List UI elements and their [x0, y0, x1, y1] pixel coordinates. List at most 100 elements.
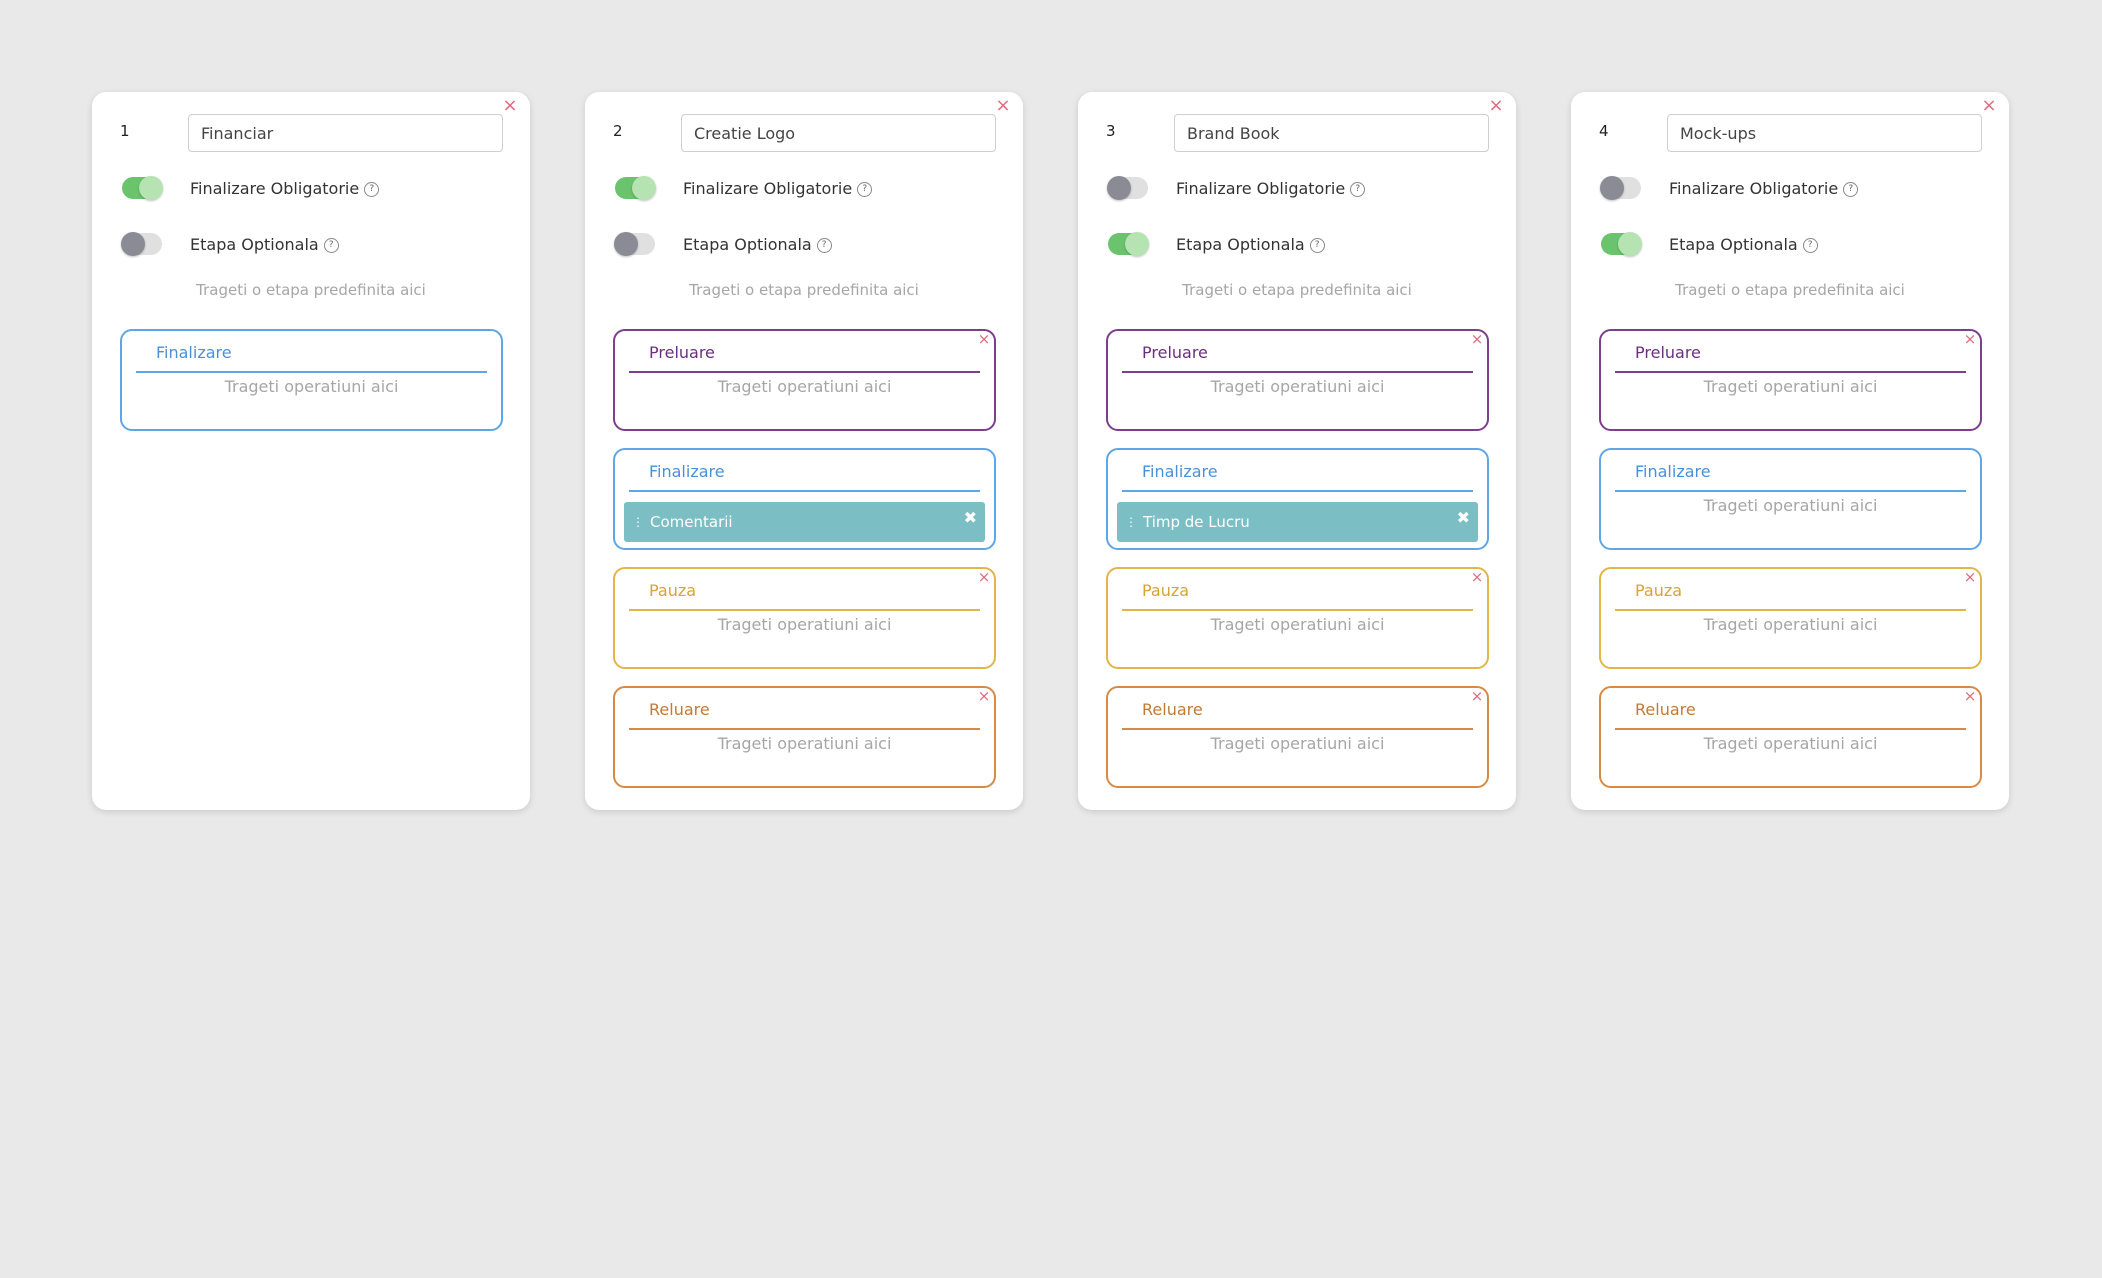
help-icon[interactable]: ?	[364, 181, 380, 197]
stage-title: Finalizare	[629, 462, 980, 492]
mandatory-finish-toggle[interactable]	[122, 176, 163, 200]
optional-stage-label: Etapa Optionala?	[683, 235, 832, 254]
stage-title: Reluare	[1122, 700, 1473, 730]
mandatory-finish-toggle[interactable]	[1600, 176, 1641, 200]
close-card-icon[interactable]: ×	[1979, 96, 1999, 116]
stage-preluare: Preluare × Trageti operatiuni aici	[1599, 329, 1982, 431]
optional-stage-toggle[interactable]	[1601, 232, 1642, 256]
operation-drop-hint: Trageti operatiuni aici	[224, 377, 399, 396]
operation-drop-hint: Trageti operatiuni aici	[1703, 615, 1878, 634]
stage-title: Pauza	[1615, 581, 1966, 611]
stage-finalizare: Finalizare ⋮ Timp de Lucru ✖	[1106, 448, 1489, 550]
close-card-icon[interactable]: ×	[993, 96, 1013, 116]
operation-item[interactable]: ⋮ Timp de Lucru ✖	[1117, 502, 1478, 542]
stage-drop-hint: Trageti o etapa predefinita aici	[1182, 281, 1412, 299]
stages-board: ×1Finalizare Obligatorie?Etapa Optionala…	[0, 0, 2102, 1278]
mandatory-finish-label-text: Finalizare Obligatorie	[190, 178, 360, 198]
step-number: 3	[1106, 122, 1116, 140]
mandatory-finish-label: Finalizare Obligatorie?	[190, 178, 380, 198]
drag-handle-icon[interactable]: ⋮	[632, 515, 644, 529]
toggle-knob	[139, 176, 163, 200]
stage-pauza: Pauza × Trageti operatiuni aici	[613, 567, 996, 669]
stage-pauza: Pauza × Trageti operatiuni aici	[1599, 567, 1982, 669]
mandatory-finish-label: Finalizare Obligatorie?	[1176, 178, 1366, 198]
mandatory-finish-label-text: Finalizare Obligatorie	[1669, 178, 1839, 198]
close-card-icon[interactable]: ×	[1486, 96, 1506, 116]
help-icon[interactable]: ?	[857, 181, 873, 197]
operation-drop-hint: Trageti operatiuni aici	[1703, 496, 1878, 515]
close-stage-icon[interactable]: ×	[1469, 688, 1485, 704]
help-icon[interactable]: ?	[1309, 237, 1325, 253]
stage-finalizare: Finalizare Trageti operatiuni aici	[120, 329, 503, 431]
operation-drop-hint: Trageti operatiuni aici	[717, 377, 892, 396]
stage-reluare: Reluare × Trageti operatiuni aici	[1599, 686, 1982, 788]
step-name-input[interactable]	[1174, 114, 1489, 152]
mandatory-finish-toggle[interactable]	[1107, 176, 1148, 200]
toggle-knob	[1618, 232, 1642, 256]
close-stage-icon[interactable]: ×	[1469, 331, 1485, 347]
operation-drop-hint: Trageti operatiuni aici	[717, 734, 892, 753]
optional-stage-label: Etapa Optionala?	[190, 235, 339, 254]
operation-label: Timp de Lucru	[1143, 513, 1250, 531]
toggle-knob	[1125, 232, 1149, 256]
operation-drop-hint: Trageti operatiuni aici	[1210, 734, 1385, 753]
close-stage-icon[interactable]: ×	[1962, 569, 1978, 585]
stage-title: Reluare	[629, 700, 980, 730]
close-stage-icon[interactable]: ×	[1962, 331, 1978, 347]
stage-title: Preluare	[1615, 343, 1966, 373]
remove-operation-icon[interactable]: ✖	[964, 508, 977, 527]
help-icon[interactable]: ?	[1350, 181, 1366, 197]
step-name-input[interactable]	[681, 114, 996, 152]
mandatory-finish-label: Finalizare Obligatorie?	[1669, 178, 1859, 198]
operation-drop-hint: Trageti operatiuni aici	[1703, 734, 1878, 753]
optional-stage-label-text: Etapa Optionala	[1176, 234, 1305, 254]
stage-title: Finalizare	[1122, 462, 1473, 492]
help-icon[interactable]: ?	[816, 237, 832, 253]
stage-preluare: Preluare × Trageti operatiuni aici	[613, 329, 996, 431]
stage-title: Finalizare	[136, 343, 487, 373]
optional-stage-label-text: Etapa Optionala	[683, 234, 812, 254]
step-number: 4	[1599, 122, 1609, 140]
close-card-icon[interactable]: ×	[500, 96, 520, 116]
close-stage-icon[interactable]: ×	[976, 331, 992, 347]
help-icon[interactable]: ?	[1802, 237, 1818, 253]
step-card: ×3Finalizare Obligatorie?Etapa Optionala…	[1078, 92, 1516, 810]
help-icon[interactable]: ?	[1843, 181, 1859, 197]
mandatory-finish-row: Finalizare Obligatorie?	[1600, 175, 1859, 201]
optional-stage-toggle[interactable]	[1108, 232, 1149, 256]
drag-handle-icon[interactable]: ⋮	[1125, 515, 1137, 529]
operation-drop-hint: Trageti operatiuni aici	[1210, 377, 1385, 396]
operation-drop-hint: Trageti operatiuni aici	[1210, 615, 1385, 634]
stage-title: Finalizare	[1615, 462, 1966, 492]
mandatory-finish-toggle[interactable]	[615, 176, 656, 200]
step-number: 2	[613, 122, 623, 140]
optional-stage-toggle[interactable]	[614, 232, 655, 256]
operation-item[interactable]: ⋮ Comentarii ✖	[624, 502, 985, 542]
stage-title: Pauza	[629, 581, 980, 611]
help-icon[interactable]: ?	[323, 237, 339, 253]
toggle-knob	[632, 176, 656, 200]
close-stage-icon[interactable]: ×	[976, 688, 992, 704]
close-stage-icon[interactable]: ×	[1469, 569, 1485, 585]
toggle-knob	[614, 232, 638, 256]
optional-stage-row: Etapa Optionala?	[1108, 231, 1325, 257]
close-stage-icon[interactable]: ×	[976, 569, 992, 585]
step-name-input[interactable]	[1667, 114, 1982, 152]
mandatory-finish-row: Finalizare Obligatorie?	[615, 175, 873, 201]
mandatory-finish-label: Finalizare Obligatorie?	[683, 179, 873, 198]
mandatory-finish-label-text: Finalizare Obligatorie	[1176, 178, 1346, 198]
optional-stage-label-text: Etapa Optionala	[1669, 234, 1798, 254]
optional-stage-row: Etapa Optionala?	[1601, 231, 1818, 257]
operation-drop-hint: Trageti operatiuni aici	[717, 615, 892, 634]
step-number: 1	[120, 122, 130, 140]
stage-title: Preluare	[629, 343, 980, 373]
toggle-knob	[1600, 176, 1624, 200]
remove-operation-icon[interactable]: ✖	[1457, 508, 1470, 527]
optional-stage-toggle[interactable]	[121, 232, 162, 256]
stage-preluare: Preluare × Trageti operatiuni aici	[1106, 329, 1489, 431]
mandatory-finish-row: Finalizare Obligatorie?	[1107, 175, 1366, 201]
stage-pauza: Pauza × Trageti operatiuni aici	[1106, 567, 1489, 669]
step-name-input[interactable]	[188, 114, 503, 152]
toggle-knob	[121, 232, 145, 256]
close-stage-icon[interactable]: ×	[1962, 688, 1978, 704]
